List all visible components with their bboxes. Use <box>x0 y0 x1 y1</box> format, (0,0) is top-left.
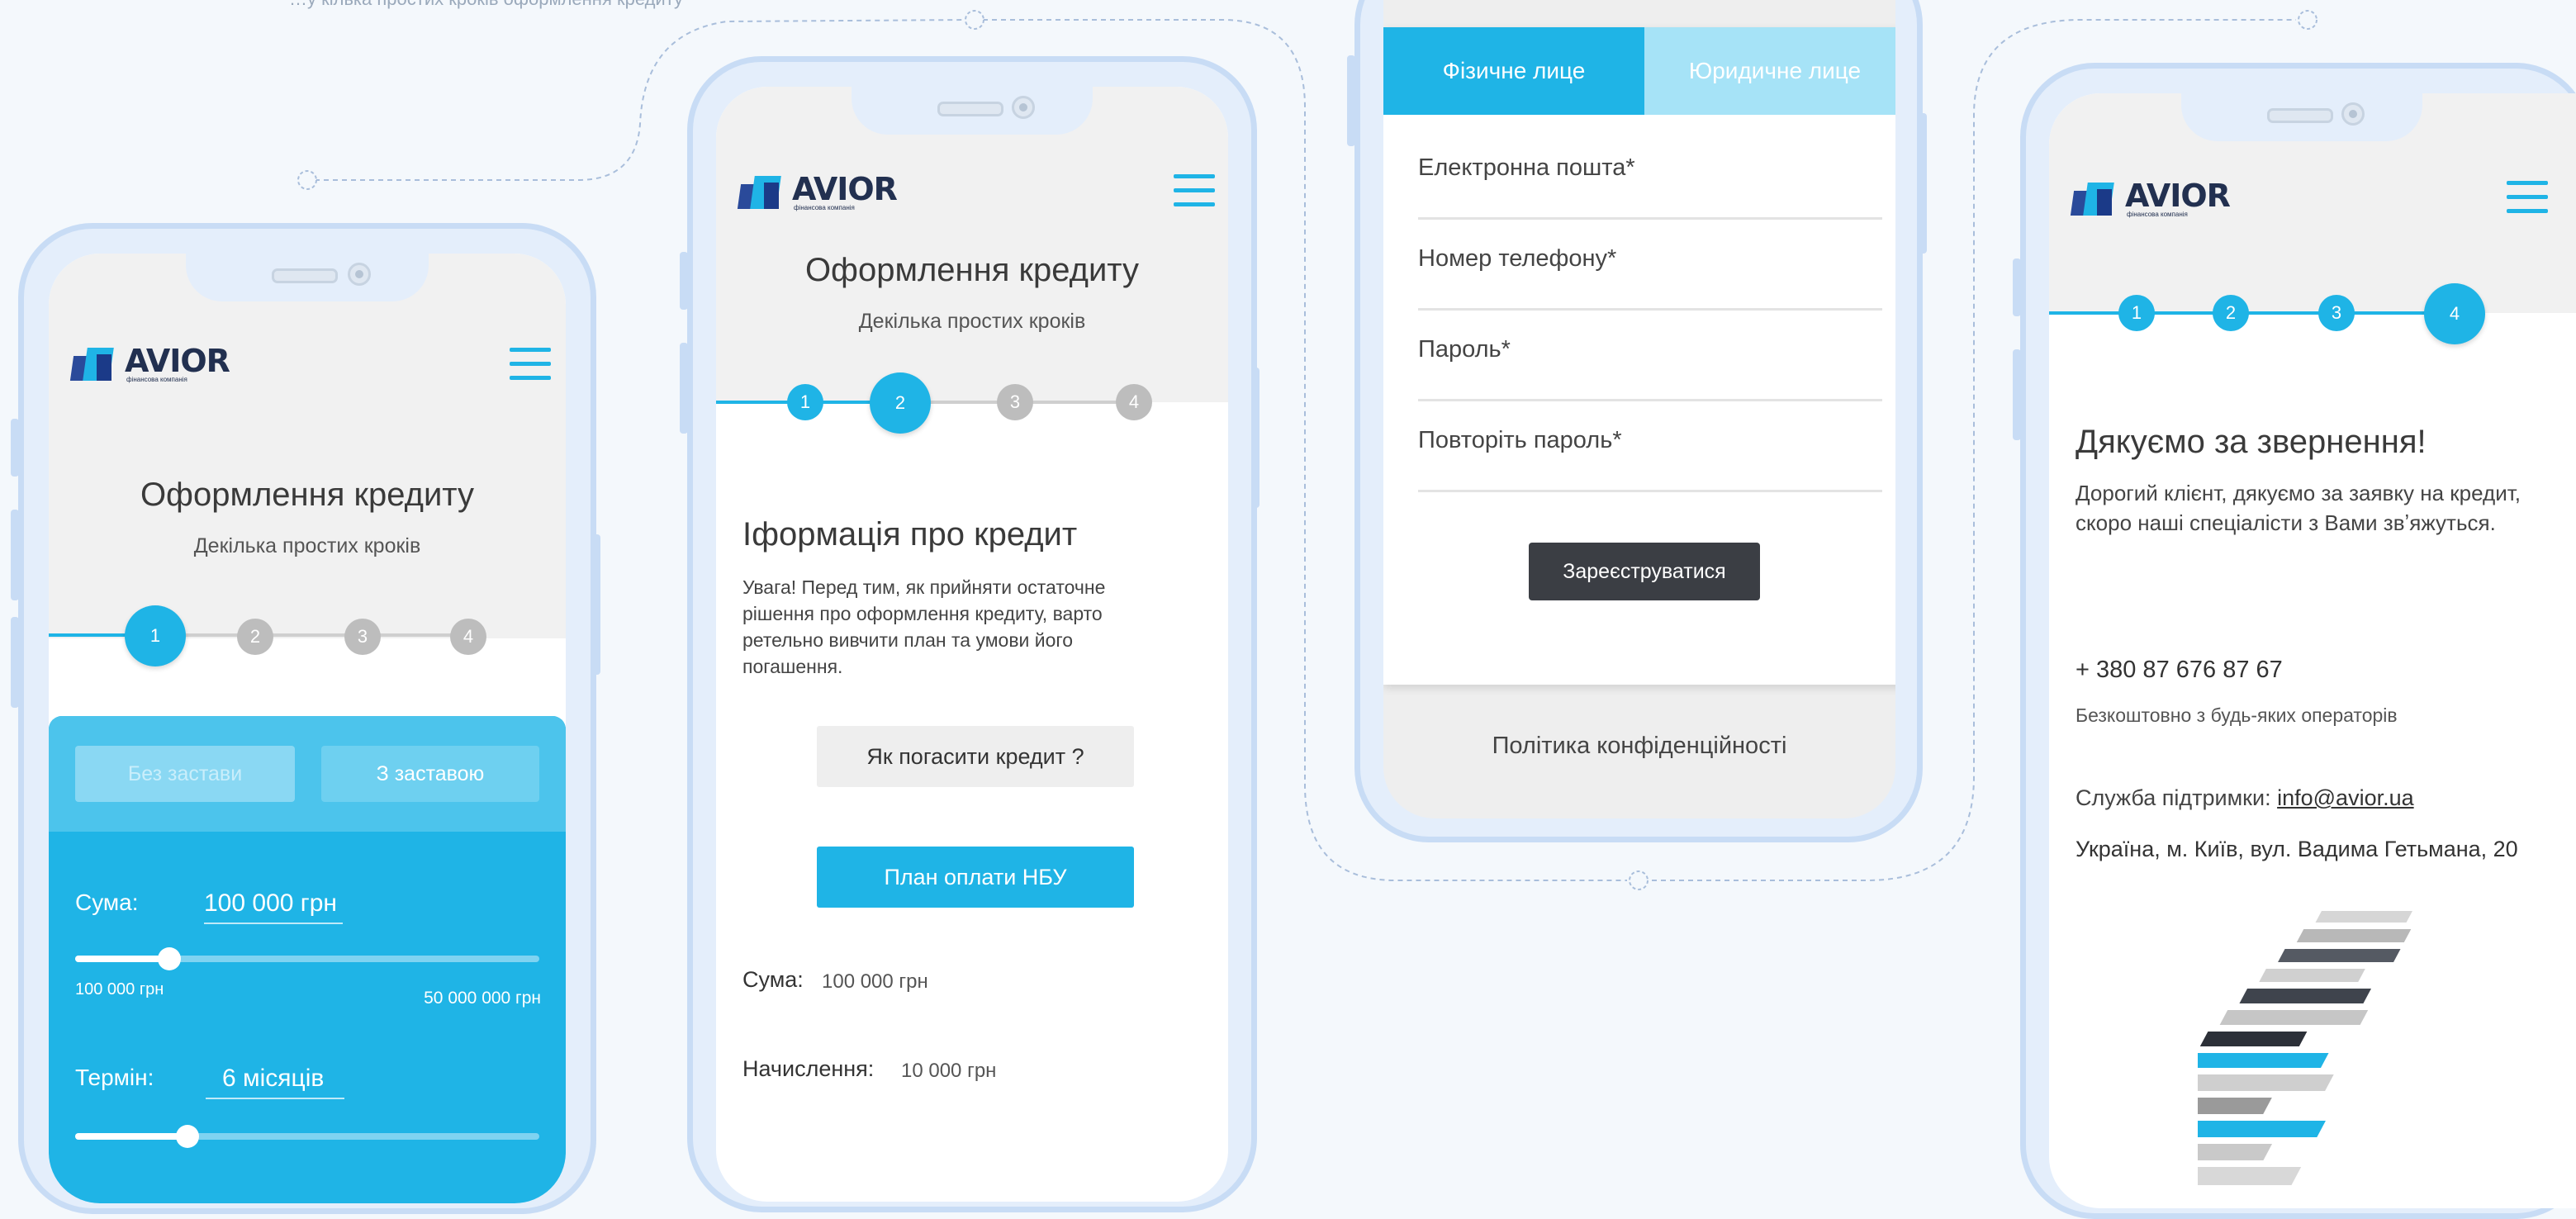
step-4: 4 <box>450 619 486 655</box>
logo-name: AVIOR <box>792 171 898 207</box>
step-2: 2 <box>237 619 273 655</box>
credit-notice: Увага! Перед тим, як прийняти остаточне … <box>742 576 1106 677</box>
repeat-password-field[interactable]: Повторіть пароль* <box>1418 399 1882 492</box>
step-2: 2 <box>870 372 931 434</box>
logo-name: AVIOR <box>2125 178 2231 214</box>
sum-max: 50 000 000 грн <box>424 989 541 1008</box>
page-title: Оформлення кредиту <box>804 252 1140 288</box>
phone-step-4: AVIOR фінансова компанія 1 2 3 4 Дякуємо … <box>2013 63 2576 1219</box>
phone-step-1: AVIOR фінансова компанія Оформлення креди… <box>11 223 600 1214</box>
accrual-label: Начислення: <box>742 1056 875 1081</box>
phone-number[interactable]: + 380 87 676 87 67 <box>2076 657 2283 684</box>
phone-3-screen: Фізичне лице Юридичне лице Електронна по… <box>1383 0 1895 818</box>
step-4: 4 <box>2424 283 2485 344</box>
phone-2-screen: AVIOR фінансова компанія Оформлення креди… <box>716 87 1228 1202</box>
step-1: 1 <box>787 384 823 420</box>
accrual-value: 10 000 грн <box>901 1060 997 1082</box>
step-1: 1 <box>2118 295 2155 331</box>
step-4: 4 <box>1116 384 1152 420</box>
email-field[interactable]: Електронна пошта* <box>1418 126 1882 220</box>
nbu-plan-button[interactable]: План оплати НБУ <box>817 847 1134 908</box>
how-to-repay-button[interactable]: Як погасити кредит ? <box>817 726 1134 787</box>
tab-with-collateral[interactable]: З заставою <box>321 746 539 802</box>
menu-icon[interactable] <box>2507 181 2548 214</box>
logo-name: AVIOR <box>125 343 230 379</box>
credit-info-heading: Іформація про кредит <box>742 516 1078 553</box>
password-field[interactable]: Пароль* <box>1418 308 1882 401</box>
page-subtitle: Декілька простих кроків <box>858 310 1086 333</box>
avior-logo[interactable]: AVIOR фінансова компанія <box>69 343 230 387</box>
sum-min: 100 000 грн <box>75 980 164 998</box>
phone-4-screen: AVIOR фінансова компанія 1 2 3 4 Дякуємо … <box>2049 93 2576 1208</box>
page-title: Оформлення кредиту <box>140 477 475 513</box>
avior-logo-icon <box>737 174 789 211</box>
phone-step-3: Фізичне лице Юридичне лице Електронна по… <box>1347 0 1927 842</box>
address: Україна, м. Київ, вул. Вадима Гетьмана, … <box>2076 837 2518 861</box>
avior-logo[interactable]: AVIOR фінансова компанія <box>737 171 898 216</box>
step-3: 3 <box>997 384 1033 420</box>
support-line: Служба підтримки: info@avior.ua <box>2076 785 2414 811</box>
privacy-policy-link[interactable]: Політика конфіденційності <box>1383 733 1895 760</box>
thank-you-message: Дорогий клієнт, дякуємо за заявку на кре… <box>2076 481 2521 535</box>
term-slider-handle[interactable] <box>176 1125 199 1148</box>
avior-emblem-icon <box>2198 911 2412 1185</box>
step-2: 2 <box>2213 295 2249 331</box>
calculator-card: Без застави З заставою Сума: 100 000 грн… <box>49 716 566 1203</box>
tab-no-collateral[interactable]: Без застави <box>75 746 295 802</box>
page-subtitle: Декілька простих кроків <box>193 534 421 557</box>
phone-1-screen: AVIOR фінансова компанія Оформлення креди… <box>49 254 566 1203</box>
term-label: Термін: <box>75 1065 154 1090</box>
thank-you-heading: Дякуємо за звернення! <box>2076 424 2427 460</box>
sum-slider-fill <box>75 956 168 962</box>
step-1: 1 <box>125 605 186 666</box>
support-email-link[interactable]: info@avior.ua <box>2277 785 2414 810</box>
step-3: 3 <box>2318 295 2355 331</box>
term-slider-track[interactable] <box>75 1125 539 1148</box>
phone-note: Безкоштовно з будь-яких операторів <box>2076 704 2398 726</box>
sum-value[interactable]: 100 000 грн <box>204 889 343 924</box>
avior-logo[interactable]: AVIOR фінансова компанія <box>2070 178 2231 222</box>
registration-card: Фізичне лице Юридичне лице Електронна по… <box>1383 27 1895 685</box>
sum-value: 100 000 грн <box>822 970 928 993</box>
register-button[interactable]: Зареєструватися <box>1529 543 1760 600</box>
sum-slider-handle[interactable] <box>158 947 181 970</box>
sum-label: Сума: <box>75 889 139 915</box>
phone-field[interactable]: Номер телефону* <box>1418 217 1882 311</box>
tab-legal-entity[interactable]: Юридичне лице <box>1644 27 1895 115</box>
phone-step-2: AVIOR фінансова компанія Оформлення креди… <box>680 56 1260 1212</box>
sum-slider-track[interactable] <box>75 947 539 970</box>
sum-label: Сума: <box>742 967 804 992</box>
step-3: 3 <box>344 619 381 655</box>
tab-individual[interactable]: Фізичне лице <box>1383 27 1644 115</box>
menu-icon[interactable] <box>510 348 551 381</box>
term-value[interactable]: 6 місяців <box>206 1065 344 1099</box>
term-slider-fill <box>75 1133 186 1140</box>
avior-logo-icon <box>2070 181 2122 217</box>
support-label: Служба підтримки: <box>2076 785 2271 810</box>
avior-logo-icon <box>69 346 121 382</box>
menu-icon[interactable] <box>1174 174 1215 207</box>
